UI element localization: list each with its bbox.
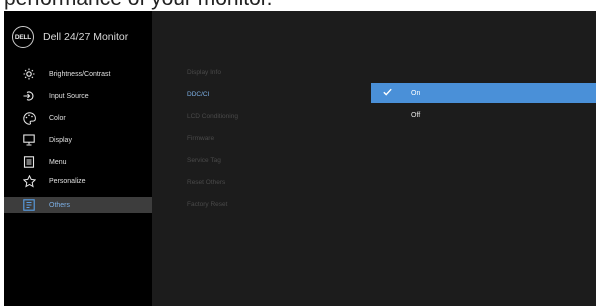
monitor-osd: DELL Dell 24/27 Monitor Brightness/Contr…	[4, 11, 596, 306]
option-on[interactable]: On	[371, 83, 596, 103]
sidebar-item-menu[interactable]: Menu	[4, 154, 152, 170]
dell-logo: DELL	[12, 26, 34, 48]
submenu-item-reset-others[interactable]: Reset Others	[187, 179, 225, 186]
display-icon	[22, 133, 36, 147]
input-source-icon	[22, 89, 36, 103]
sidebar-item-personalize[interactable]: Personalize	[4, 173, 152, 189]
monitor-title: Dell 24/27 Monitor	[43, 31, 129, 43]
sidebar-item-input-source[interactable]: Input Source	[4, 88, 152, 104]
sidebar-item-label: Menu	[49, 158, 67, 166]
sidebar-item-label: Color	[49, 114, 66, 122]
sidebar-item-color[interactable]: Color	[4, 110, 152, 126]
checkmark-icon	[383, 88, 395, 98]
submenu-item-display-info[interactable]: Display Info	[187, 69, 221, 76]
submenu-item-factory-reset[interactable]: Factory Reset	[187, 201, 227, 208]
sidebar-item-label: Brightness/Contrast	[49, 70, 111, 78]
color-icon	[22, 111, 36, 125]
submenu-item-ddc-ci[interactable]: DDC/CI	[187, 91, 209, 98]
menu-icon	[22, 155, 36, 169]
option-label: On	[411, 89, 421, 97]
submenu-item-lcd-conditioning[interactable]: LCD Conditioning	[187, 113, 238, 120]
sidebar: DELL Dell 24/27 Monitor Brightness/Contr…	[4, 11, 152, 306]
sidebar-item-label: Display	[49, 136, 72, 144]
sidebar-item-brightness-contrast[interactable]: Brightness/Contrast	[4, 66, 152, 82]
star-icon	[22, 174, 36, 188]
brand: DELL Dell 24/27 Monitor	[12, 26, 128, 48]
sidebar-item-label: Others	[49, 201, 71, 209]
others-icon	[22, 198, 36, 212]
sidebar-item-display[interactable]: Display	[4, 132, 152, 148]
submenu-item-firmware[interactable]: Firmware	[187, 135, 214, 142]
brightness-icon	[22, 67, 36, 81]
sidebar-item-label: Personalize	[49, 177, 86, 185]
option-off[interactable]: Off	[371, 105, 596, 125]
sidebar-item-others[interactable]: Others	[4, 197, 152, 213]
option-label: Off	[411, 111, 421, 119]
caption-text: performance of your monitor.	[4, 0, 272, 10]
submenu-item-service-tag[interactable]: Service Tag	[187, 157, 221, 164]
sidebar-item-label: Input Source	[49, 92, 89, 100]
